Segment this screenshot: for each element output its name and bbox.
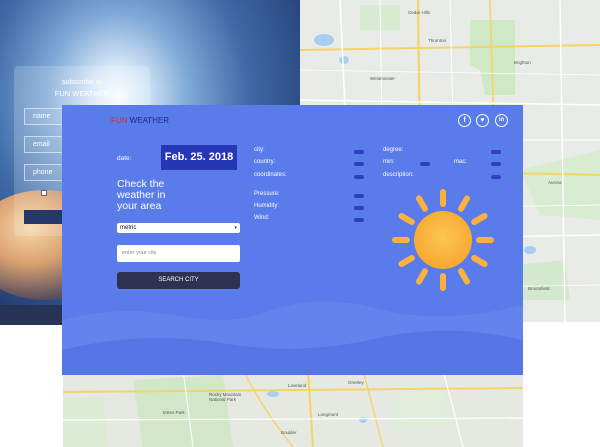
brand-fun: FUN xyxy=(111,116,128,125)
city-label: city: xyxy=(254,147,265,153)
map-label-a: Cedar Hills xyxy=(408,10,431,15)
map-label-c: Thornton xyxy=(428,38,447,43)
map-label-e: Loveland xyxy=(288,383,307,388)
chevron-down-icon: ▾ xyxy=(234,225,237,231)
linkedin-icon[interactable]: in xyxy=(495,114,508,127)
degree-label: degree: xyxy=(383,147,404,153)
sun-icon xyxy=(392,189,494,291)
weather-card: FUN WEATHER f ♥ in date: Feb. 25. 2018 C… xyxy=(62,105,523,375)
sun-ray xyxy=(458,268,470,285)
facebook-icon[interactable]: f xyxy=(458,114,471,127)
degree-value-placeholder xyxy=(491,150,501,154)
screenshot-stage: subscribe to FUN WEATHER name email phon… xyxy=(0,0,600,447)
sun-ray xyxy=(398,213,415,225)
city-value-placeholder xyxy=(354,150,364,154)
search-city-button[interactable]: SEARCH CITY xyxy=(117,272,240,289)
pressure-label: Pressure: xyxy=(254,191,280,197)
map-background-bottom: Loveland Greeley Boulder Longmont Rocky … xyxy=(63,370,523,447)
sun-ray xyxy=(471,213,488,225)
map-label-f: Greeley xyxy=(348,380,364,385)
date-badge: Feb. 25. 2018 xyxy=(161,145,237,170)
subscribe-title: subscribe to FUN WEATHER xyxy=(14,76,150,100)
units-select[interactable]: metric ▾ xyxy=(117,223,240,233)
coordinates-label: coordinates: xyxy=(254,172,287,178)
sun-ray xyxy=(398,255,415,267)
github-icon[interactable]: ♥ xyxy=(476,114,489,127)
form-headline: Check the weather in your area xyxy=(117,178,166,212)
brand-logo[interactable]: FUN WEATHER xyxy=(111,116,169,126)
coordinates-value-placeholder xyxy=(354,175,364,179)
subscribe-checkbox[interactable] xyxy=(41,190,47,196)
map-label-b: Westminster xyxy=(370,76,395,81)
brand-weather: WEATHER xyxy=(127,116,170,125)
map-label-k: Brighton xyxy=(514,60,531,65)
min-label: min: xyxy=(383,159,395,165)
map-label-l: Estes Park xyxy=(163,410,185,415)
map-label-i: Rocky Mountain National Park xyxy=(209,392,242,402)
subscribe-title-line2: FUN WEATHER xyxy=(54,89,110,98)
map-label-h: Longmont xyxy=(318,412,339,417)
country-label: country: xyxy=(254,159,276,165)
date-label: date: xyxy=(117,155,132,162)
country-value-placeholder xyxy=(354,162,364,166)
max-label: mac: xyxy=(454,159,468,165)
map-label-g: Boulder xyxy=(281,430,297,435)
pressure-value-placeholder xyxy=(354,194,364,198)
subscribe-title-line1: subscribe to xyxy=(61,77,103,86)
city-search-input[interactable]: enter your city xyxy=(117,245,240,262)
humidity-label: Humidity: xyxy=(254,203,280,209)
sun-ray xyxy=(416,195,428,212)
min-value-placeholder xyxy=(420,162,430,166)
units-selected-value: metric xyxy=(120,225,137,231)
sun-ray xyxy=(458,195,470,212)
sun-ray xyxy=(471,255,488,267)
humidity-value-placeholder xyxy=(354,206,364,210)
max-value-placeholder xyxy=(491,162,501,166)
map-label-d: Aurora xyxy=(548,180,562,185)
wind-label: Wind: xyxy=(254,215,270,221)
map-label-j: Broomfield xyxy=(528,286,550,291)
wind-value-placeholder xyxy=(354,218,364,222)
sun-ray xyxy=(416,268,428,285)
